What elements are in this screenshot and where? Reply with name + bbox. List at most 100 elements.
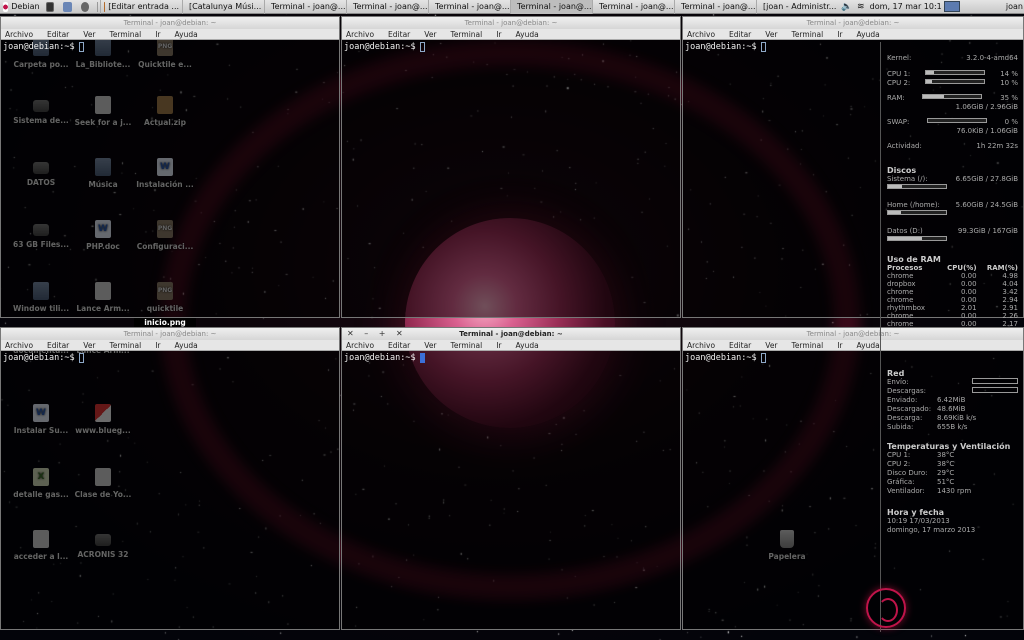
taskbar-item[interactable]: Terminal - joan@... bbox=[674, 0, 756, 14]
terminal-prompt-line[interactable]: joan@debian:~$ bbox=[342, 351, 680, 365]
terminal-prompt-line[interactable]: joan@debian:~$ bbox=[342, 40, 680, 54]
conky-label: Enviado: bbox=[887, 396, 918, 404]
terminal-menu-item[interactable]: Editar bbox=[729, 341, 751, 350]
clock[interactable]: dom, 17 mar 10:19 bbox=[867, 0, 941, 14]
terminal-cursor bbox=[419, 353, 425, 363]
workspace-switcher[interactable] bbox=[941, 0, 963, 14]
terminal-window[interactable]: Terminal - joan@debian: ~ Archivo Editar Ve… bbox=[0, 16, 340, 318]
window-controls[interactable]: ✕ – + ✕ bbox=[347, 328, 407, 340]
terminal-menu-item[interactable]: Archivo bbox=[687, 30, 715, 39]
conky-label: Envío: bbox=[887, 378, 909, 386]
desktop-icon[interactable]: inicio.png bbox=[134, 318, 196, 327]
terminal-window[interactable]: Terminal - joan@debian: ~ Archivo Editar Ve… bbox=[341, 16, 681, 318]
terminal-menu-item[interactable]: Archivo bbox=[5, 341, 33, 350]
terminal-prompt-line[interactable]: joan@debian:~$ bbox=[1, 351, 339, 365]
launcher-terminal[interactable] bbox=[43, 0, 61, 14]
applications-menu-label: Debian bbox=[11, 2, 40, 11]
terminal-menu-item[interactable]: Ir bbox=[155, 30, 160, 39]
terminal-menu-item[interactable]: Ayuda bbox=[857, 341, 880, 350]
terminal-menubar: Archivo Editar Ver Terminal Ir Ayuda bbox=[683, 29, 1023, 40]
taskbar-item-label: Terminal - joan@... bbox=[353, 2, 428, 11]
terminal-menu-item[interactable]: Terminal bbox=[792, 30, 824, 39]
conky-swap: SWAP: 0 % 76.0KiB / 1.06GiB bbox=[887, 118, 1018, 136]
terminal-menu-item[interactable]: Editar bbox=[729, 30, 751, 39]
launcher-files[interactable] bbox=[60, 0, 78, 14]
terminal-prompt-line[interactable]: joan@debian:~$ bbox=[1, 40, 339, 54]
terminal-menu-item[interactable]: Editar bbox=[47, 30, 69, 39]
taskbar-item[interactable]: Terminal - joan@... bbox=[428, 0, 510, 14]
cpu-row: CPU 1: 14 % bbox=[887, 70, 1018, 79]
terminal-menu-item[interactable]: Ir bbox=[496, 30, 501, 39]
terminal-menu-item[interactable]: Ver bbox=[83, 30, 95, 39]
terminal-menu-item[interactable]: Editar bbox=[47, 341, 69, 350]
taskbar-item-label: [Editar entrada ... bbox=[108, 2, 180, 11]
taskbar-item[interactable]: Terminal - joan@... bbox=[510, 0, 593, 14]
process-cell: 4.04 bbox=[1002, 280, 1018, 288]
terminal-menu-item[interactable]: Ayuda bbox=[175, 30, 198, 39]
conky-value: 76.0KiB / 1.06GiB bbox=[956, 127, 1019, 135]
terminal-menu-item[interactable]: Ayuda bbox=[516, 341, 539, 350]
network-indicator[interactable]: ≋ bbox=[854, 0, 867, 14]
terminal-window[interactable]: ✕ – + ✕ Terminal - joan@debian: ~ Archivo E… bbox=[341, 327, 681, 630]
terminal-titlebar[interactable]: Terminal - joan@debian: ~ bbox=[342, 17, 680, 29]
conky-label: CPU 1: bbox=[887, 451, 911, 459]
conky-value: 35 % bbox=[1000, 94, 1018, 102]
taskbar-item[interactable]: Terminal - joan@... bbox=[592, 0, 674, 14]
disk-bar bbox=[887, 184, 947, 189]
terminal-menu-item[interactable]: Archivo bbox=[346, 30, 374, 39]
conky-value: 0 % bbox=[1004, 118, 1018, 126]
terminal-menu-item[interactable]: Archivo bbox=[346, 341, 374, 350]
terminal-window[interactable]: Terminal - joan@debian: ~ Archivo Editar Ve… bbox=[0, 327, 340, 630]
terminal-menu-item[interactable]: Editar bbox=[388, 30, 410, 39]
terminal-titlebar[interactable]: Terminal - joan@debian: ~ bbox=[1, 17, 339, 29]
terminal-menu-item[interactable]: Ver bbox=[424, 341, 436, 350]
net-title: Red bbox=[887, 369, 905, 378]
taskbar-item[interactable]: Terminal - joan@... bbox=[346, 0, 428, 14]
conky-label: SWAP: bbox=[887, 118, 910, 126]
terminal-menu-item[interactable]: Ir bbox=[837, 341, 842, 350]
terminal-menu-item[interactable]: Archivo bbox=[5, 30, 33, 39]
process-cell: 0.00 bbox=[960, 288, 977, 296]
process-row: chrome 0.00 2.17 bbox=[887, 320, 1018, 328]
terminal-menu-item[interactable]: Ver bbox=[765, 341, 777, 350]
volume-indicator[interactable]: 🔈 bbox=[838, 0, 854, 14]
taskbar-item[interactable]: Terminal - joan@... bbox=[264, 0, 346, 14]
taskbar-item[interactable]: [Catalunya Músi... bbox=[182, 0, 264, 14]
terminal-menu-item[interactable]: Ir bbox=[496, 341, 501, 350]
terminal-menu-item[interactable]: Ver bbox=[83, 341, 95, 350]
terminal-menu-item[interactable]: Editar bbox=[388, 341, 410, 350]
window-icon bbox=[104, 1, 106, 12]
process-cell: 0.00 bbox=[960, 296, 977, 304]
terminal-titlebar[interactable]: ✕ – + ✕ Terminal - joan@debian: ~ bbox=[342, 328, 680, 340]
taskbar-item[interactable]: [Editar entrada ... bbox=[100, 0, 182, 14]
terminal-menubar: Archivo Editar Ver Terminal Ir Ayuda bbox=[342, 29, 680, 40]
terminal-menu-item[interactable]: Ver bbox=[765, 30, 777, 39]
process-header: RAM(%) bbox=[986, 264, 1018, 272]
disk-bar bbox=[887, 210, 947, 215]
terminal-menu-item[interactable]: Terminal bbox=[451, 30, 483, 39]
terminal-titlebar[interactable]: Terminal - joan@debian: ~ bbox=[1, 328, 339, 340]
terminal-menu-item[interactable]: Ir bbox=[837, 30, 842, 39]
terminal-menu-item[interactable]: Ayuda bbox=[857, 30, 880, 39]
terminal-menu-item[interactable]: Ayuda bbox=[516, 30, 539, 39]
user-menu[interactable]: joan bbox=[1003, 0, 1024, 14]
process-cell: 4.98 bbox=[1002, 272, 1018, 280]
launcher-browser[interactable] bbox=[78, 0, 96, 14]
applications-menu[interactable]: Debian bbox=[0, 0, 43, 14]
terminal-titlebar[interactable]: Terminal - joan@debian: ~ bbox=[683, 17, 1023, 29]
process-cell: 3.42 bbox=[1002, 288, 1018, 296]
conky-label: Descargas: bbox=[887, 387, 926, 395]
terminal-menu-item[interactable]: Ir bbox=[155, 341, 160, 350]
terminal-menu-item[interactable]: Ayuda bbox=[175, 341, 198, 350]
terminal-menu-item[interactable]: Terminal bbox=[792, 341, 824, 350]
ram-usage-row: 1.06GiB / 2.96GiB bbox=[887, 103, 1018, 112]
terminal-menu-item[interactable]: Terminal bbox=[110, 341, 142, 350]
terminal-menu-item[interactable]: Ver bbox=[424, 30, 436, 39]
process-cell: chrome bbox=[887, 296, 914, 304]
conky-value: 1430 rpm bbox=[937, 487, 972, 495]
terminal-menu-item[interactable]: Terminal bbox=[451, 341, 483, 350]
taskbar-item[interactable]: [joan - Administr... bbox=[756, 0, 838, 14]
terminal-menu-item[interactable]: Terminal bbox=[110, 30, 142, 39]
terminal-menu-item[interactable]: Archivo bbox=[687, 341, 715, 350]
